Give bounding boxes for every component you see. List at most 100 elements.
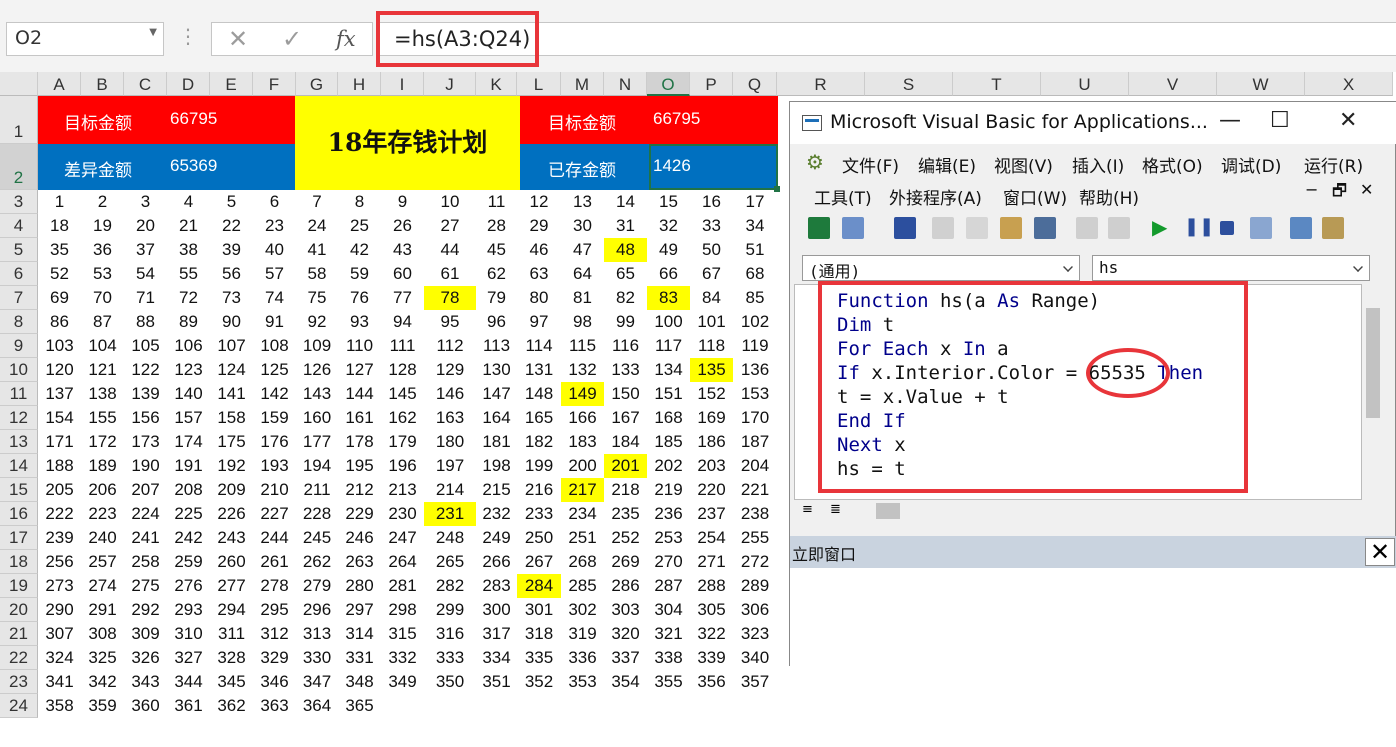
number-cell[interactable]: 285 bbox=[561, 574, 604, 598]
number-cell[interactable]: 192 bbox=[210, 454, 253, 478]
vbe-menu-item[interactable]: 文件(F) bbox=[842, 152, 899, 177]
number-cell[interactable]: 83 bbox=[647, 286, 690, 310]
minimize-icon[interactable]: — bbox=[1219, 108, 1241, 133]
row-header[interactable]: 12 bbox=[0, 406, 38, 430]
number-cell[interactable]: 320 bbox=[604, 622, 647, 646]
number-cell[interactable]: 96 bbox=[476, 310, 517, 334]
redo-icon[interactable] bbox=[1108, 217, 1130, 239]
number-cell[interactable]: 148 bbox=[517, 382, 561, 406]
number-cell[interactable]: 33 bbox=[690, 214, 733, 238]
number-cell[interactable]: 298 bbox=[381, 598, 424, 622]
number-cell[interactable]: 187 bbox=[733, 430, 777, 454]
number-cell[interactable]: 74 bbox=[253, 286, 296, 310]
number-cell[interactable]: 308 bbox=[81, 622, 124, 646]
name-box[interactable]: O2 ▼ bbox=[6, 22, 164, 56]
number-cell[interactable]: 240 bbox=[81, 526, 124, 550]
number-cell[interactable]: 315 bbox=[381, 622, 424, 646]
number-cell[interactable]: 169 bbox=[690, 406, 733, 430]
number-cell[interactable]: 213 bbox=[381, 478, 424, 502]
number-cell[interactable]: 311 bbox=[210, 622, 253, 646]
number-cell[interactable]: 98 bbox=[561, 310, 604, 334]
number-cell[interactable]: 355 bbox=[647, 670, 690, 694]
number-cell[interactable]: 24 bbox=[296, 214, 338, 238]
number-cell[interactable]: 246 bbox=[338, 526, 381, 550]
enter-icon[interactable]: ✓ bbox=[282, 25, 302, 53]
number-cell[interactable]: 172 bbox=[81, 430, 124, 454]
number-cell[interactable]: 226 bbox=[210, 502, 253, 526]
row-header[interactable]: 24 bbox=[0, 694, 38, 718]
number-cell[interactable]: 10 bbox=[424, 190, 476, 214]
number-cell[interactable]: 109 bbox=[296, 334, 338, 358]
number-cell[interactable]: 66 bbox=[647, 262, 690, 286]
number-cell[interactable]: 39 bbox=[210, 238, 253, 262]
number-cell[interactable]: 205 bbox=[38, 478, 81, 502]
number-cell[interactable]: 212 bbox=[338, 478, 381, 502]
number-cell[interactable]: 37 bbox=[124, 238, 167, 262]
number-cell[interactable]: 326 bbox=[124, 646, 167, 670]
row-header[interactable]: 6 bbox=[0, 262, 38, 286]
column-header[interactable]: X bbox=[1305, 72, 1393, 96]
number-cell[interactable]: 342 bbox=[81, 670, 124, 694]
number-cell[interactable]: 12 bbox=[517, 190, 561, 214]
number-cell[interactable]: 97 bbox=[517, 310, 561, 334]
row-header[interactable]: 17 bbox=[0, 526, 38, 550]
number-cell[interactable]: 202 bbox=[647, 454, 690, 478]
number-cell[interactable]: 6 bbox=[253, 190, 296, 214]
row-header[interactable]: 15 bbox=[0, 478, 38, 502]
number-cell[interactable]: 292 bbox=[124, 598, 167, 622]
number-cell[interactable]: 121 bbox=[81, 358, 124, 382]
number-cell[interactable]: 279 bbox=[296, 574, 338, 598]
number-cell[interactable]: 160 bbox=[296, 406, 338, 430]
number-cell[interactable]: 258 bbox=[124, 550, 167, 574]
number-cell[interactable]: 100 bbox=[647, 310, 690, 334]
number-cell[interactable]: 5 bbox=[210, 190, 253, 214]
number-cell[interactable]: 221 bbox=[733, 478, 777, 502]
column-header[interactable]: S bbox=[865, 72, 953, 96]
number-cell[interactable]: 90 bbox=[210, 310, 253, 334]
number-cell[interactable]: 262 bbox=[296, 550, 338, 574]
number-cell[interactable]: 68 bbox=[733, 262, 777, 286]
number-cell[interactable]: 227 bbox=[253, 502, 296, 526]
number-cell[interactable]: 167 bbox=[604, 406, 647, 430]
number-cell[interactable]: 289 bbox=[733, 574, 777, 598]
column-header[interactable]: B bbox=[81, 72, 124, 96]
number-cell[interactable]: 222 bbox=[38, 502, 81, 526]
number-cell[interactable]: 88 bbox=[124, 310, 167, 334]
column-header[interactable]: M bbox=[561, 72, 604, 96]
number-cell[interactable]: 325 bbox=[81, 646, 124, 670]
number-cell[interactable]: 245 bbox=[296, 526, 338, 550]
number-cell[interactable]: 179 bbox=[381, 430, 424, 454]
column-header[interactable]: O bbox=[647, 72, 690, 96]
vbe-menu-item[interactable]: 视图(V) bbox=[994, 152, 1053, 177]
number-cell[interactable]: 102 bbox=[733, 310, 777, 334]
number-cell[interactable]: 157 bbox=[167, 406, 210, 430]
number-cell[interactable]: 50 bbox=[690, 238, 733, 262]
number-cell[interactable]: 119 bbox=[733, 334, 777, 358]
number-cell[interactable]: 306 bbox=[733, 598, 777, 622]
number-cell[interactable]: 218 bbox=[604, 478, 647, 502]
row-header[interactable]: 9 bbox=[0, 334, 38, 358]
number-cell[interactable]: 21 bbox=[167, 214, 210, 238]
number-cell[interactable]: 101 bbox=[690, 310, 733, 334]
number-cell[interactable]: 243 bbox=[210, 526, 253, 550]
number-cell[interactable]: 259 bbox=[167, 550, 210, 574]
vbe-menu-item[interactable]: 外接程序(A) bbox=[889, 184, 982, 209]
number-cell[interactable]: 22 bbox=[210, 214, 253, 238]
function-icon[interactable]: fx bbox=[336, 27, 356, 51]
number-cell[interactable]: 272 bbox=[733, 550, 777, 574]
number-cell[interactable]: 4 bbox=[167, 190, 210, 214]
number-cell[interactable]: 168 bbox=[647, 406, 690, 430]
number-cell[interactable]: 349 bbox=[381, 670, 424, 694]
number-cell[interactable]: 204 bbox=[733, 454, 777, 478]
chevron-down-icon[interactable]: ▼ bbox=[149, 27, 157, 38]
target-amount-cell-2[interactable]: 目标金额 66795 bbox=[520, 96, 778, 144]
number-cell[interactable]: 321 bbox=[647, 622, 690, 646]
number-cell[interactable]: 304 bbox=[647, 598, 690, 622]
number-cell[interactable]: 313 bbox=[296, 622, 338, 646]
number-cell[interactable]: 332 bbox=[381, 646, 424, 670]
number-cell[interactable]: 155 bbox=[81, 406, 124, 430]
number-cell[interactable]: 211 bbox=[296, 478, 338, 502]
number-cell[interactable]: 229 bbox=[338, 502, 381, 526]
number-cell[interactable]: 338 bbox=[647, 646, 690, 670]
number-cell[interactable]: 92 bbox=[296, 310, 338, 334]
